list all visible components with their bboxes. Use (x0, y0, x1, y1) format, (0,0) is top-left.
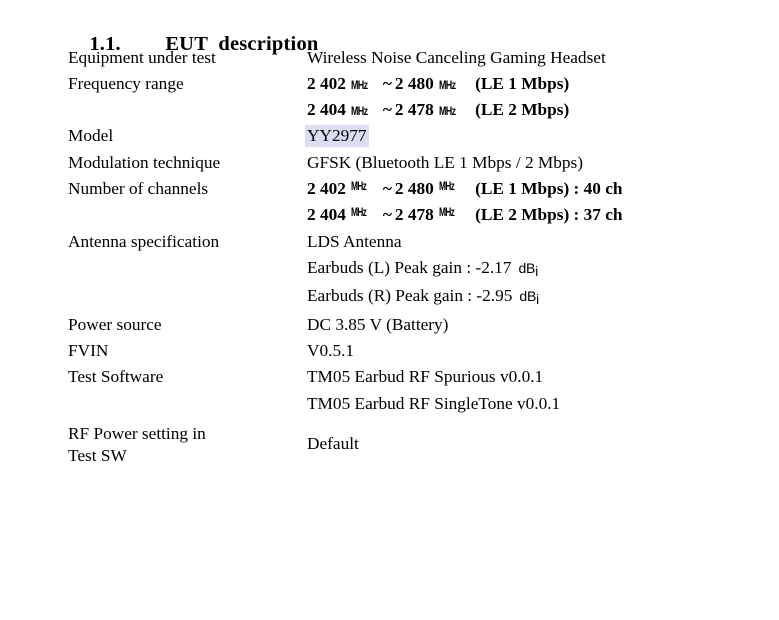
row-label: Antenna specification (68, 231, 220, 251)
table-row: Number of channels 2 402 MHz ~2 480 MHz (LE … (68, 175, 768, 228)
unit-mhz: MHz (438, 104, 456, 119)
range-tilde: ~ (382, 205, 392, 225)
row-label: Number of channels (68, 178, 209, 198)
frequency-low: 2 402 (307, 73, 346, 93)
row-label: Test Software (68, 367, 164, 387)
row-value-cell: LDS Antenna Earbuds (L) Peak gain : -2.17… (307, 228, 768, 311)
unit-mhz: MHz (350, 77, 368, 92)
table-row: RF Power setting in Test SW Default (68, 417, 768, 472)
row-label-cell: Frequency range (68, 70, 307, 123)
unit-mhz: MHz (438, 179, 455, 193)
value-text: Earbuds (L) Peak gain : -2.17 (307, 257, 512, 277)
frequency-high: 2 480 (394, 178, 434, 198)
row-value-cell: DC 3.85 V (Battery) (307, 311, 768, 337)
value-text: TM05 Earbud RF SingleTone v0.0.1 (307, 393, 561, 413)
value-line: V0.5.1 (307, 338, 768, 364)
value-line: Default (307, 417, 768, 457)
value-text: Wireless Noise Canceling Gaming Headset (307, 47, 606, 67)
row-value-cell: V0.5.1 (307, 338, 768, 364)
eut-description-table: Equipment under test Wireless Noise Cance… (68, 44, 768, 471)
row-label-cell: Antenna specification (68, 228, 307, 311)
document-page: 1.1. EUT description Equipment under test… (0, 0, 779, 620)
row-label-cell: RF Power setting in Test SW (68, 417, 307, 472)
row-label-cell: Modulation technique (68, 149, 307, 175)
row-label: RF Power setting in Test SW (68, 417, 307, 472)
frequency-low: 2 404 (307, 100, 346, 120)
frequency-high: 2 478 (394, 205, 434, 225)
frequency-low: 2 404 (307, 205, 346, 225)
row-label: Frequency range (68, 73, 184, 93)
value-text: Earbuds (R) Peak gain : -2.95 (307, 286, 513, 306)
row-value-cell: YY2977 (305, 123, 768, 149)
value-text: LDS Antenna (307, 231, 402, 251)
value-suffix: (LE 2 Mbps) : 37 ch (470, 205, 623, 225)
range-tilde: ~ (382, 178, 392, 198)
value-line: 2 402 MHz ~2 480 MHz (LE 1 Mbps) : 40 ch (307, 175, 768, 201)
row-label-line: RF Power setting in (68, 423, 206, 443)
row-value-cell: GFSK (Bluetooth LE 1 Mbps / 2 Mbps) (307, 149, 768, 175)
row-label: Model (68, 126, 114, 146)
row-label-cell: Equipment under test (68, 44, 307, 70)
table-body: Equipment under test Wireless Noise Cance… (68, 44, 768, 471)
value-text: TM05 Earbud RF Spurious v0.0.1 (307, 367, 544, 387)
row-value-cell: 2 402 MHz ~2 480 MHz (LE 1 Mbps) 2 404 MHz ~2 … (307, 70, 768, 123)
unit-mhz: MHz (350, 206, 367, 220)
value-line: DC 3.85 V (Battery) (307, 311, 768, 337)
row-label-cell: Power source (68, 311, 307, 337)
table-row: Antenna specification LDS Antenna Earbuds … (68, 228, 768, 311)
frequency-low: 2 402 (307, 178, 346, 198)
row-label-cell: Number of channels (68, 175, 307, 228)
value-line: GFSK (Bluetooth LE 1 Mbps / 2 Mbps) (307, 149, 768, 175)
unit-mhz: MHz (438, 206, 455, 220)
value-line: Wireless Noise Canceling Gaming Headset (307, 44, 768, 70)
unit-mhz: MHz (350, 179, 367, 193)
value-line: 2 402 MHz ~2 480 MHz (LE 1 Mbps) (307, 70, 768, 96)
row-label-line: Test SW (68, 445, 127, 465)
unit-mhz: MHz (438, 77, 456, 92)
row-label: Equipment under test (68, 47, 216, 67)
value-suffix: (LE 1 Mbps) : 40 ch (470, 178, 623, 198)
value-line: YY2977 (305, 123, 768, 149)
row-label-cell: FVIN (68, 338, 307, 364)
value-text: DC 3.85 V (Battery) (307, 314, 449, 334)
row-label: Modulation technique (68, 152, 221, 172)
unit-dbi: dBi (518, 259, 538, 279)
row-label-cell: Model (68, 123, 307, 149)
row-value-cell: Default (307, 417, 768, 472)
value-line: 2 404 MHz ~2 478 MHz (LE 2 Mbps) : 37 ch (307, 202, 768, 228)
unit-mhz: MHz (350, 104, 368, 119)
row-value-cell: Wireless Noise Canceling Gaming Headset (307, 44, 768, 70)
row-value-cell: 2 402 MHz ~2 480 MHz (LE 1 Mbps) : 40 ch 2 4… (307, 175, 768, 228)
table-row: Test Software TM05 Earbud RF Spurious v0.… (68, 364, 768, 417)
range-tilde: ~ (382, 73, 392, 93)
row-label-cell: Test Software (68, 364, 307, 417)
range-tilde: ~ (382, 100, 392, 120)
value-text: V0.5.1 (307, 341, 355, 361)
value-line: LDS Antenna (307, 228, 768, 254)
value-line: TM05 Earbud RF Spurious v0.0.1 (307, 364, 768, 390)
table-row: Power source DC 3.85 V (Battery) (68, 311, 768, 337)
table-row: FVIN V0.5.1 (68, 338, 768, 364)
value-line: Earbuds (R) Peak gain : -2.95 dBi (307, 283, 768, 312)
frequency-high: 2 480 (394, 73, 434, 93)
table-row: Frequency range 2 402 MHz ~2 480 MHz (LE 1 M… (68, 70, 768, 123)
row-label: Power source (68, 314, 162, 334)
value-line: TM05 Earbud RF SingleTone v0.0.1 (307, 390, 768, 416)
table-row: Model YY2977 (68, 123, 768, 149)
value-suffix: (LE 1 Mbps) (470, 73, 570, 93)
model-value: YY2977 (305, 125, 369, 148)
unit-dbi: dBi (519, 288, 539, 308)
row-value-cell: TM05 Earbud RF Spurious v0.0.1 TM05 Earbu… (307, 364, 768, 417)
value-text: Default (307, 433, 359, 453)
value-suffix: (LE 2 Mbps) (470, 100, 570, 120)
row-label: FVIN (68, 341, 109, 361)
value-text: GFSK (Bluetooth LE 1 Mbps / 2 Mbps) (307, 152, 584, 172)
frequency-high: 2 478 (394, 100, 434, 120)
table-row: Equipment under test Wireless Noise Cance… (68, 44, 768, 70)
value-line: 2 404 MHz ~2 478 MHz (LE 2 Mbps) (307, 97, 768, 123)
table-row: Modulation technique GFSK (Bluetooth LE 1… (68, 149, 768, 175)
value-line: Earbuds (L) Peak gain : -2.17 dBi (307, 254, 768, 283)
